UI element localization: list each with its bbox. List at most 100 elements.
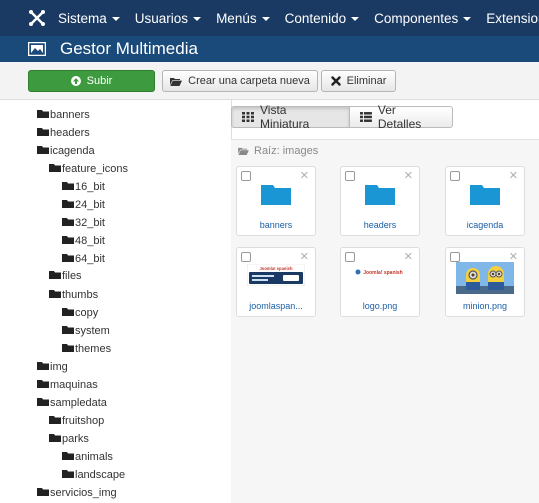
folder-icon [62, 452, 74, 460]
select-checkbox[interactable] [241, 252, 251, 262]
thumb-name[interactable]: icagenda [446, 220, 524, 230]
caret-down-icon [351, 17, 360, 21]
thumb-name[interactable]: logo.png [341, 301, 419, 311]
tree-item-label: copy [75, 307, 99, 319]
menu-label: Contenido [284, 10, 347, 26]
delete-x-icon[interactable]: ✕ [300, 169, 309, 182]
tree-item-label: 48_bit [75, 235, 105, 247]
minion-image [456, 262, 514, 294]
caret-down-icon [111, 17, 120, 21]
folder-icon [49, 164, 61, 172]
tree-item-banners[interactable]: banners [37, 107, 90, 121]
delete-x-icon[interactable]: ✕ [404, 169, 413, 182]
delete-label: Eliminar [346, 75, 387, 87]
tree-item-landscape[interactable]: landscape [62, 467, 125, 481]
menu-menus[interactable]: Menús [216, 11, 270, 26]
tree-item-label: fruitshop [62, 415, 105, 427]
upload-button[interactable]: Subir [28, 70, 155, 92]
folder-open-icon [170, 77, 183, 86]
menu-extensiones[interactable]: Extensiones [486, 11, 539, 26]
delete-x-icon[interactable]: ✕ [300, 250, 309, 263]
menu-contenido[interactable]: Contenido [285, 11, 360, 26]
tree-item-files[interactable]: files [49, 268, 82, 282]
thumb-name[interactable]: joomlaspan... [237, 301, 315, 311]
thumbnail-view-button[interactable]: Vista Miniatura [231, 103, 350, 131]
select-checkbox[interactable] [345, 252, 355, 262]
thumb-name[interactable]: headers [341, 220, 419, 230]
tree-item-system[interactable]: system [62, 323, 110, 337]
tree-item-sampledata[interactable]: sampledata [37, 395, 107, 409]
tree-item-maquinas[interactable]: maquinas [37, 377, 98, 391]
tree-item-feature-icons[interactable]: feature_icons [49, 161, 128, 175]
details-view-button[interactable]: Ver Detalles [350, 103, 453, 131]
thumbnail-view-label: Vista Miniatura [259, 103, 310, 131]
folder-icon [37, 146, 49, 154]
tree-item-label: banners [50, 109, 90, 121]
menu-usuarios[interactable]: Usuarios [134, 10, 202, 26]
delete-x-icon[interactable]: ✕ [404, 250, 413, 263]
folder-icon [470, 185, 500, 205]
thumb-folder-icagenda[interactable]: ✕ icagenda [445, 166, 525, 236]
joomla-spanish-banner-image: Joomla! spanish [247, 264, 305, 286]
select-checkbox[interactable] [450, 171, 460, 181]
joomla-spanish-logo-image: Joomla! spanish [351, 264, 409, 286]
select-checkbox[interactable] [241, 171, 251, 181]
tree-item-label: animals [75, 451, 113, 463]
banner-brand-text: Joomla! spanish [259, 266, 292, 271]
select-checkbox[interactable] [345, 171, 355, 181]
caret-down-icon [193, 17, 202, 21]
folder-icon [49, 416, 61, 424]
breadcrumb: Raíz: images [238, 145, 318, 157]
tree-item-thumbs[interactable]: thumbs [49, 287, 98, 301]
tree-item-servicios-img[interactable]: servicios_img [37, 485, 117, 499]
tree-item-label: files [62, 270, 82, 282]
joomla-logo-icon[interactable] [28, 8, 46, 28]
tree-item-label: thumbs [62, 289, 99, 301]
top-navigation: Sistema Usuarios Menús Contenido Compone… [0, 0, 539, 36]
tree-item-headers[interactable]: headers [37, 125, 90, 139]
thumb-folder-banners[interactable]: ✕ banners [236, 166, 316, 236]
tree-item-fruitshop[interactable]: fruitshop [49, 413, 104, 427]
tree-item-32-bit[interactable]: 32_bit [62, 215, 105, 229]
tree-item-img[interactable]: img [37, 359, 68, 373]
breadcrumb-path: Raíz: images [254, 145, 319, 157]
tree-item-icagenda[interactable]: icagenda [37, 143, 95, 157]
folder-icon [37, 128, 49, 136]
folder-icon [49, 434, 61, 442]
menu-label: Menús [216, 10, 257, 26]
select-checkbox[interactable] [450, 252, 460, 262]
upload-icon [70, 76, 81, 86]
folder-icon [62, 326, 74, 334]
thumb-name[interactable]: banners [237, 220, 315, 230]
tree-item-16-bit[interactable]: 16_bit [62, 179, 105, 193]
folder-icon [49, 290, 61, 298]
tree-item-copy[interactable]: copy [62, 305, 98, 319]
delete-x-icon[interactable]: ✕ [509, 169, 518, 182]
menu-label: Usuarios [134, 10, 189, 26]
folder-icon [62, 200, 74, 208]
thumb-image-joomlaspanish[interactable]: ✕ Joomla! spanish joomlaspan... [236, 247, 316, 317]
upload-label: Subir [86, 75, 113, 87]
tree-item-parks[interactable]: parks [49, 431, 89, 445]
tree-item-label: 32_bit [75, 217, 105, 229]
thumb-name[interactable]: minion.png [446, 301, 524, 311]
tree-item-animals[interactable]: animals [62, 449, 113, 463]
delete-button[interactable]: Eliminar [321, 70, 396, 92]
folder-icon [62, 236, 74, 244]
tree-item-themes[interactable]: themes [62, 341, 111, 355]
folder-icon [37, 398, 49, 406]
thumb-image-logo[interactable]: ✕ Joomla! spanish logo.png [340, 247, 420, 317]
tree-item-48-bit[interactable]: 48_bit [62, 233, 105, 247]
tree-item-64-bit[interactable]: 64_bit [62, 251, 105, 265]
menu-componentes[interactable]: Componentes [374, 11, 472, 26]
tree-item-24-bit[interactable]: 24_bit [62, 197, 105, 211]
thumb-image-minion[interactable]: ✕ minion.png [445, 247, 525, 317]
thumb-folder-headers[interactable]: ✕ headers [340, 166, 420, 236]
list-icon [360, 112, 372, 122]
new-folder-button[interactable]: Crear una carpeta nueva [162, 70, 318, 92]
menu-sistema[interactable]: Sistema [58, 11, 120, 26]
close-icon [330, 76, 341, 86]
menu-label: Extensiones [486, 10, 539, 26]
page-header: Gestor Multimedia [0, 36, 539, 62]
logo-brand-text: Joomla! spanish [363, 270, 402, 276]
